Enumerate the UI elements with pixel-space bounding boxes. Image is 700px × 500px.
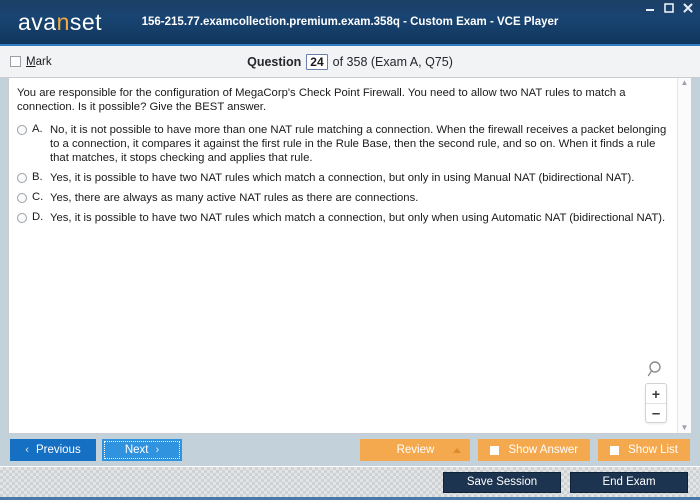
option-letter-d: D. xyxy=(32,211,44,223)
option-text-b: Yes, it is possible to have two NAT rule… xyxy=(50,172,635,184)
minimize-icon[interactable] xyxy=(644,2,656,14)
radio-button-b[interactable] xyxy=(17,173,27,183)
save-session-button[interactable]: Save Session xyxy=(443,471,561,493)
zoom-in-button[interactable]: + xyxy=(646,384,666,403)
question-header-bar: Mark Question 24 of 358 (Exam A, Q75) xyxy=(0,46,700,78)
show-answer-button[interactable]: Show Answer xyxy=(478,439,591,461)
logo-text-post: set xyxy=(69,8,103,35)
option-text-a: No, it is not possible to have more than… xyxy=(50,124,667,164)
scroll-down-arrow-icon[interactable]: ▼ xyxy=(681,424,689,432)
mark-label: Mark xyxy=(26,56,52,68)
zoom-out-button[interactable]: – xyxy=(646,403,666,422)
question-total-label: of 358 (Exam A, Q75) xyxy=(332,54,453,69)
status-footer-bar: Save Session End Exam xyxy=(0,466,700,500)
option-letter-a: A. xyxy=(32,123,43,135)
show-answer-button-label: Show Answer xyxy=(508,444,579,456)
radio-button-d[interactable] xyxy=(17,213,27,223)
radio-button-c[interactable] xyxy=(17,193,27,203)
option-letter-b: B. xyxy=(32,171,43,183)
next-button-label: Next xyxy=(124,444,149,456)
previous-chevron-icon: ‹ xyxy=(25,444,29,456)
end-exam-button[interactable]: End Exam xyxy=(570,471,688,493)
show-list-button-label: Show List xyxy=(628,444,678,456)
next-chevron-icon: › xyxy=(155,444,160,456)
window-title: 156-215.77.examcollection.premium.exam.3… xyxy=(141,16,559,28)
magnifier-icon[interactable] xyxy=(646,359,666,379)
review-button-label: Review xyxy=(396,444,435,456)
logo-text-accent: n xyxy=(56,8,70,35)
square-icon xyxy=(610,445,620,455)
scrollbar-track[interactable] xyxy=(678,87,691,424)
previous-button-label: Previous xyxy=(35,444,81,456)
mark-checkbox-box[interactable] xyxy=(10,56,21,67)
triangle-up-icon xyxy=(453,447,462,453)
title-bar: avanset 156-215.77.examcollection.premiu… xyxy=(0,0,700,46)
navigation-button-bar: ‹ Previous Next › Review Show Answer Sho… xyxy=(0,434,700,466)
answer-option-c[interactable]: C. Yes, there are always as many active … xyxy=(17,191,667,205)
next-button[interactable]: Next › xyxy=(102,439,182,461)
answer-option-a[interactable]: A. No, it is not possible to have more t… xyxy=(17,123,667,165)
previous-button[interactable]: ‹ Previous xyxy=(10,439,96,461)
option-text-c: Yes, there are always as many active NAT… xyxy=(50,192,419,204)
question-text: You are responsible for the configuratio… xyxy=(17,87,626,113)
close-icon[interactable] xyxy=(682,2,694,14)
zoom-widget: + – xyxy=(643,359,669,423)
question-number-input[interactable]: 24 xyxy=(306,53,328,70)
window-controls xyxy=(644,2,694,14)
answer-option-b[interactable]: B. Yes, it is possible to have two NAT r… xyxy=(17,171,667,185)
question-label: Question xyxy=(247,54,302,69)
vertical-scrollbar[interactable]: ▲ ▼ xyxy=(677,78,691,433)
answer-option-d[interactable]: D. Yes, it is possible to have two NAT r… xyxy=(17,211,667,225)
radio-button-a[interactable] xyxy=(17,125,27,135)
mark-label-rest: ark xyxy=(35,55,52,68)
square-icon xyxy=(490,445,500,455)
avanset-logo: avanset xyxy=(18,9,102,36)
logo-text-pre: ava xyxy=(18,8,57,35)
question-counter: Question 24 of 358 (Exam A, Q75) xyxy=(0,53,700,70)
review-button[interactable]: Review xyxy=(360,439,471,461)
scroll-up-arrow-icon[interactable]: ▲ xyxy=(681,79,689,87)
question-content-panel: You are responsible for the configuratio… xyxy=(8,78,692,434)
option-text-d: Yes, it is possible to have two NAT rule… xyxy=(50,212,666,224)
mark-checkbox[interactable]: Mark xyxy=(10,56,52,68)
question-scroll-area: You are responsible for the configuratio… xyxy=(9,78,677,433)
option-letter-c: C. xyxy=(32,191,44,203)
maximize-icon[interactable] xyxy=(663,2,675,14)
show-list-button[interactable]: Show List xyxy=(598,439,690,461)
zoom-controls: + – xyxy=(645,383,667,423)
mark-label-accelerator: M xyxy=(26,55,36,68)
vce-player-window: avanset 156-215.77.examcollection.premiu… xyxy=(0,0,700,500)
